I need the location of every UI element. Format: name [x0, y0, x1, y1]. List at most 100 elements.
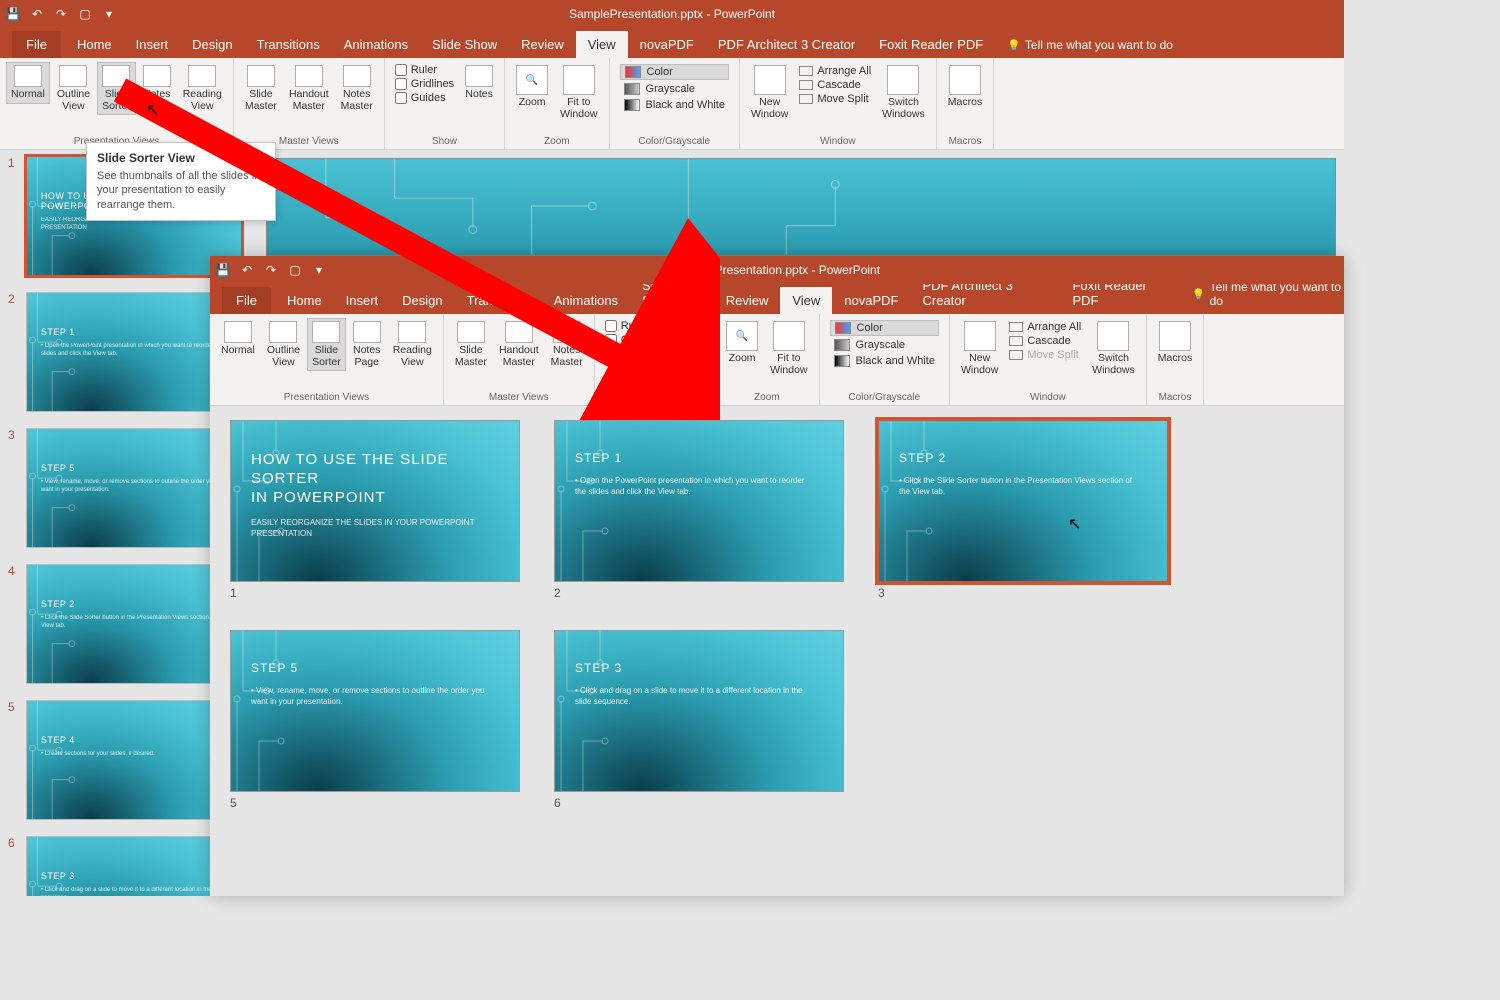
tab-slideshow[interactable]: Slide Show: [420, 31, 509, 58]
tab-review[interactable]: Review: [509, 31, 576, 58]
tab-view[interactable]: View: [576, 31, 628, 58]
new-window-button[interactable]: New Window: [956, 318, 1003, 379]
macros-button[interactable]: Macros: [1153, 318, 1197, 368]
tab-design[interactable]: Design: [390, 287, 454, 314]
group-color: Color/Grayscale: [616, 134, 733, 147]
titlebar-front: 💾 ↶ ↷ ▢ ▾ SamplePresentation.pptx - Powe…: [210, 256, 1344, 284]
slide-master-button[interactable]: Slide Master: [240, 62, 282, 115]
tab-home[interactable]: Home: [275, 287, 334, 314]
ruler-checkbox[interactable]: Ruler: [395, 64, 454, 76]
sorter-slide[interactable]: STEP 1• Open the PowerPoint presentation…: [554, 420, 844, 582]
arrange-all-button[interactable]: Arrange All: [1007, 320, 1083, 334]
outline-view-button[interactable]: Outline View: [52, 62, 95, 115]
bulb-icon: 💡: [1192, 288, 1206, 301]
tab-foxit[interactable]: Foxit Reader PDF: [867, 31, 995, 58]
cascade-button[interactable]: Cascade: [797, 78, 873, 92]
qat-more-icon[interactable]: ▾: [312, 263, 326, 277]
notes-page-button[interactable]: Notes Page: [348, 318, 386, 371]
sorter-slide[interactable]: HOW TO USE THE SLIDE SORTERIN POWERPOINT…: [230, 420, 520, 582]
fit-window-button[interactable]: Fit to Window: [765, 318, 812, 379]
tab-file[interactable]: File: [222, 287, 271, 314]
slide-number: 6: [8, 836, 20, 896]
notes-button[interactable]: Notes: [460, 62, 498, 104]
tab-animations[interactable]: Animations: [542, 287, 630, 314]
normal-view-button[interactable]: Normal: [6, 62, 50, 104]
bw-mode-button[interactable]: Black and White: [620, 98, 729, 112]
notes-master-button[interactable]: Notes Master: [546, 318, 588, 371]
move-split-button: Move Split: [1007, 348, 1083, 362]
tab-home[interactable]: Home: [65, 31, 124, 58]
tab-insert[interactable]: Insert: [334, 287, 391, 314]
save-icon[interactable]: 💾: [216, 263, 230, 277]
zoom-button[interactable]: 🔍Zoom: [511, 62, 553, 112]
guides-checkbox[interactable]: Guides: [605, 348, 664, 360]
tell-me[interactable]: 💡Tell me what you want to do: [1192, 280, 1344, 314]
start-show-icon[interactable]: ▢: [78, 7, 92, 21]
slide-sorter-area[interactable]: HOW TO USE THE SLIDE SORTERIN POWERPOINT…: [210, 406, 1344, 896]
qat-more-icon[interactable]: ▾: [102, 7, 116, 21]
notes-button[interactable]: Notes: [670, 318, 708, 360]
slide-number: 1: [8, 156, 20, 276]
tab-transitions[interactable]: Transitions: [455, 287, 542, 314]
tab-transitions[interactable]: Transitions: [245, 31, 332, 58]
handout-master-button[interactable]: Handout Master: [494, 318, 544, 371]
group-show: Show: [391, 134, 498, 147]
switch-windows-button[interactable]: Switch Windows: [1087, 318, 1140, 379]
reading-view-button[interactable]: Reading View: [388, 318, 437, 371]
slide-sorter-button[interactable]: Slide Sorter: [97, 62, 136, 115]
tab-insert[interactable]: Insert: [124, 31, 181, 58]
redo-icon[interactable]: ↷: [264, 263, 278, 277]
tab-design[interactable]: Design: [180, 31, 244, 58]
group-macros: Macros: [943, 134, 987, 147]
redo-icon[interactable]: ↷: [54, 7, 68, 21]
notes-page-button[interactable]: Notes Page: [138, 62, 176, 115]
tab-novapdf[interactable]: novaPDF: [628, 31, 706, 58]
reading-view-button[interactable]: Reading View: [178, 62, 227, 115]
tab-review[interactable]: Review: [714, 287, 781, 314]
tab-novapdf[interactable]: novaPDF: [832, 287, 910, 314]
sorter-slide[interactable]: STEP 3• Click and drag on a slide to mov…: [554, 630, 844, 792]
slide-number: 4: [8, 564, 20, 684]
switch-windows-button[interactable]: Switch Windows: [877, 62, 930, 123]
slide-canvas[interactable]: [266, 158, 1336, 256]
color-mode-button[interactable]: Color: [830, 320, 939, 336]
new-window-button[interactable]: New Window: [746, 62, 793, 123]
ruler-checkbox[interactable]: Ruler: [605, 320, 664, 332]
grayscale-mode-button[interactable]: Grayscale: [830, 338, 939, 352]
sorter-slide-number: 6: [554, 796, 844, 810]
save-icon[interactable]: 💾: [6, 7, 20, 21]
sorter-slide-number: 5: [230, 796, 520, 810]
group-window: Window: [746, 134, 930, 147]
sorter-slide[interactable]: STEP 2• Click the Slide Sorter button in…: [878, 420, 1168, 582]
guides-checkbox[interactable]: Guides: [395, 92, 454, 104]
notes-master-button[interactable]: Notes Master: [336, 62, 378, 115]
tell-me[interactable]: 💡Tell me what you want to do: [1007, 38, 1173, 58]
start-show-icon[interactable]: ▢: [288, 263, 302, 277]
slide-master-button[interactable]: Slide Master: [450, 318, 492, 371]
macros-button[interactable]: Macros: [943, 62, 987, 112]
arrange-all-button[interactable]: Arrange All: [797, 64, 873, 78]
tab-animations[interactable]: Animations: [332, 31, 420, 58]
gridlines-checkbox[interactable]: Gridlines: [395, 78, 454, 90]
fit-window-button[interactable]: Fit to Window: [555, 62, 602, 123]
slide-sorter-button[interactable]: Slide Sorter: [307, 318, 346, 371]
slide-sorter-tooltip: Slide Sorter View See thumbnails of all …: [86, 142, 276, 221]
tab-pdfarchitect[interactable]: PDF Architect 3 Creator: [706, 31, 867, 58]
ribbon-back: Normal Outline View Slide Sorter Notes P…: [0, 58, 1344, 150]
cascade-button[interactable]: Cascade: [1007, 334, 1083, 348]
zoom-button[interactable]: 🔍Zoom: [721, 318, 763, 368]
outline-view-button[interactable]: Outline View: [262, 318, 305, 371]
color-mode-button[interactable]: Color: [620, 64, 729, 80]
sorter-slide[interactable]: STEP 5• View, rename, move, or remove se…: [230, 630, 520, 792]
move-split-button[interactable]: Move Split: [797, 92, 873, 106]
bw-mode-button[interactable]: Black and White: [830, 354, 939, 368]
powerpoint-window-front: 💾 ↶ ↷ ▢ ▾ SamplePresentation.pptx - Powe…: [210, 256, 1344, 896]
gridlines-checkbox[interactable]: Gridlines: [605, 334, 664, 346]
handout-master-button[interactable]: Handout Master: [284, 62, 334, 115]
undo-icon[interactable]: ↶: [240, 263, 254, 277]
tab-view[interactable]: View: [780, 287, 832, 314]
undo-icon[interactable]: ↶: [30, 7, 44, 21]
tab-file[interactable]: File: [12, 31, 61, 58]
grayscale-mode-button[interactable]: Grayscale: [620, 82, 729, 96]
normal-view-button[interactable]: Normal: [216, 318, 260, 360]
